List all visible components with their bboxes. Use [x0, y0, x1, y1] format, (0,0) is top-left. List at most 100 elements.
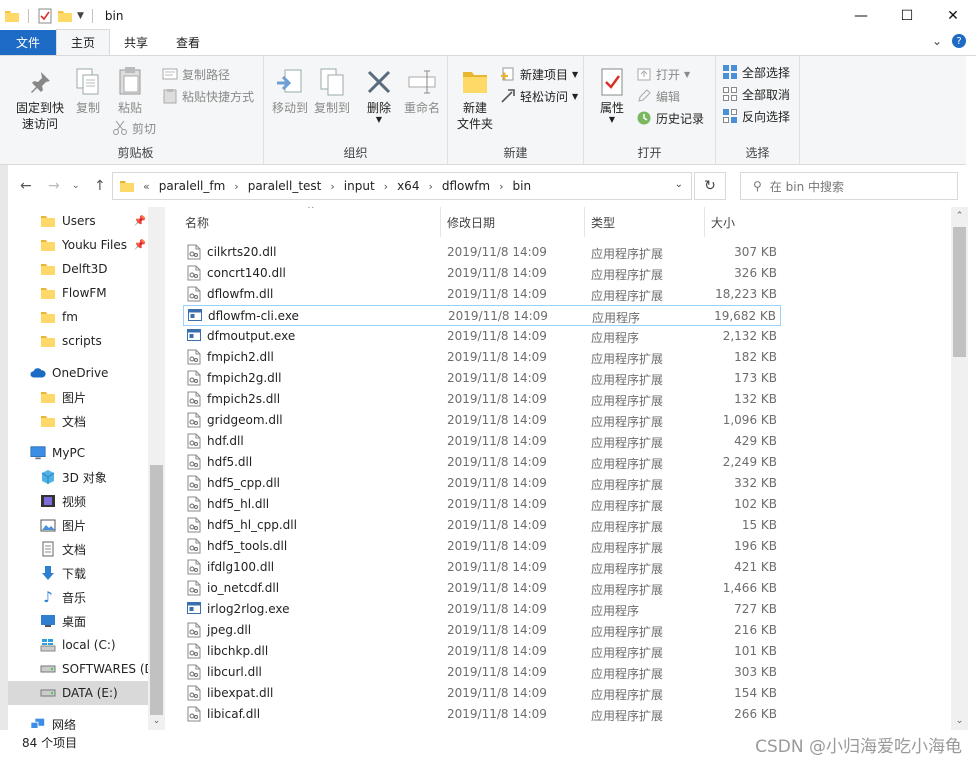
- nav-item-drive-d[interactable]: SOFTWARES (D: [8, 657, 148, 681]
- qat-dropdown-icon[interactable]: ▼: [77, 11, 84, 21]
- nav-item-onedrive[interactable]: OneDrive: [8, 361, 148, 385]
- nav-scroll-down-icon[interactable]: ⌄: [148, 712, 165, 729]
- refresh-button[interactable]: ↻: [694, 172, 726, 200]
- breadcrumb-item[interactable]: input: [344, 179, 375, 193]
- column-header-size[interactable]: 大小: [705, 207, 781, 237]
- breadcrumb-item[interactable]: x64: [397, 179, 419, 193]
- nav-item-videos[interactable]: 视频: [8, 489, 148, 513]
- file-row[interactable]: jpeg.dll 2019/11/8 14:09 应用程序扩展 216 KB: [183, 620, 781, 641]
- up-arrow-icon[interactable]: ↑: [94, 178, 106, 194]
- copy-button[interactable]: 复制: [70, 66, 106, 116]
- nav-item-3d-objects[interactable]: 3D 对象: [8, 465, 148, 489]
- chevron-right-icon[interactable]: ›: [234, 180, 238, 193]
- search-input[interactable]: ⚲ 在 bin 中搜索: [740, 172, 958, 200]
- file-row[interactable]: fmpich2s.dll 2019/11/8 14:09 应用程序扩展 132 KB: [183, 389, 781, 410]
- copy-to-button[interactable]: 复制到: [312, 66, 352, 116]
- file-row[interactable]: libchkp.dll 2019/11/8 14:09 应用程序扩展 101 KB: [183, 641, 781, 662]
- properties-button[interactable]: 属性 ▼: [592, 66, 632, 124]
- nav-item-pictures[interactable]: 图片: [8, 513, 148, 537]
- file-row[interactable]: hdf5_hl_cpp.dll 2019/11/8 14:09 应用程序扩展 15 K…: [183, 515, 781, 536]
- file-list-scrollbar[interactable]: ⌃ ⌄: [951, 207, 968, 730]
- nav-item-onedrive-pictures[interactable]: 图片: [8, 385, 148, 409]
- nav-item-flowfm[interactable]: FlowFM: [8, 281, 148, 305]
- nav-pane-scrollbar[interactable]: ⌄: [148, 207, 165, 730]
- breadcrumb-item[interactable]: bin: [513, 179, 532, 193]
- nav-item-downloads[interactable]: 下载: [8, 561, 148, 585]
- back-arrow-icon[interactable]: ←: [20, 178, 32, 194]
- file-row[interactable]: libexpat.dll 2019/11/8 14:09 应用程序扩展 154 KB: [183, 683, 781, 704]
- chevron-right-icon[interactable]: ›: [330, 180, 334, 193]
- nav-item-youku[interactable]: Youku Files 📌: [8, 233, 148, 257]
- tab-share[interactable]: 共享: [110, 30, 162, 55]
- new-folder-icon[interactable]: [57, 8, 73, 24]
- properties-icon[interactable]: [37, 8, 53, 24]
- file-row[interactable]: concrt140.dll 2019/11/8 14:09 应用程序扩展 326 KB: [183, 263, 781, 284]
- breadcrumb-item[interactable]: dflowfm: [442, 179, 490, 193]
- file-row[interactable]: ifdlg100.dll 2019/11/8 14:09 应用程序扩展 421 KB: [183, 557, 781, 578]
- file-row[interactable]: hdf5_tools.dll 2019/11/8 14:09 应用程序扩展 196 K…: [183, 536, 781, 557]
- ribbon-collapse-icon[interactable]: ⌄: [932, 34, 942, 48]
- move-to-button[interactable]: 移动到: [270, 66, 310, 116]
- column-header-name[interactable]: 名称 ^: [179, 207, 441, 237]
- file-list-scroll-thumb[interactable]: [953, 227, 966, 357]
- file-row[interactable]: libicaf.dll 2019/11/8 14:09 应用程序扩展 266 KB: [183, 704, 781, 725]
- column-header-type[interactable]: 类型: [585, 207, 705, 237]
- file-row[interactable]: dflowfm-cli.exe 2019/11/8 14:09 应用程序 19,682…: [183, 305, 781, 326]
- nav-item-mypc[interactable]: MyPC: [8, 441, 148, 465]
- rename-button[interactable]: 重命名: [402, 66, 442, 116]
- chevron-right-icon[interactable]: ›: [384, 180, 388, 193]
- edit-button[interactable]: 编辑: [636, 86, 680, 106]
- easy-access-button[interactable]: 轻松访问 ▼: [500, 86, 578, 106]
- recent-dropdown-icon[interactable]: ⌄: [72, 181, 80, 191]
- cut-button[interactable]: 剪切: [112, 118, 156, 138]
- nav-item-drive-e[interactable]: DATA (E:): [8, 681, 148, 705]
- nav-item-users[interactable]: Users 📌: [8, 209, 148, 233]
- file-row[interactable]: hdf5_hl.dll 2019/11/8 14:09 应用程序扩展 102 KB: [183, 494, 781, 515]
- file-row[interactable]: hdf.dll 2019/11/8 14:09 应用程序扩展 429 KB: [183, 431, 781, 452]
- tab-file[interactable]: 文件: [0, 30, 56, 55]
- new-folder-button[interactable]: 新建 文件夹: [454, 66, 496, 132]
- tab-view[interactable]: 查看: [162, 30, 214, 55]
- address-dropdown-icon[interactable]: ⌄: [675, 179, 683, 190]
- file-row[interactable]: hdf5_cpp.dll 2019/11/8 14:09 应用程序扩展 332 KB: [183, 473, 781, 494]
- breadcrumb-item[interactable]: paralell_fm: [159, 179, 226, 193]
- nav-item-scripts[interactable]: scripts: [8, 329, 148, 353]
- tab-home[interactable]: 主页: [56, 29, 111, 55]
- pin-quick-access-button[interactable]: 固定到快 速访问: [14, 66, 66, 132]
- file-row[interactable]: libcurl.dll 2019/11/8 14:09 应用程序扩展 303 KB: [183, 662, 781, 683]
- address-bar[interactable]: « paralell_fm › paralell_test › input › x64…: [112, 172, 692, 200]
- file-row[interactable]: cilkrts20.dll 2019/11/8 14:09 应用程序扩展 307 KB: [183, 242, 781, 263]
- maximize-button[interactable]: ☐: [884, 0, 930, 31]
- paste-shortcut-button[interactable]: 粘贴快捷方式: [162, 86, 254, 106]
- nav-item-documents[interactable]: 文档: [8, 537, 148, 561]
- scroll-down-icon[interactable]: ⌄: [951, 712, 968, 729]
- close-button[interactable]: ✕: [930, 0, 976, 31]
- history-button[interactable]: 历史记录: [636, 108, 704, 128]
- file-row[interactable]: fmpich2.dll 2019/11/8 14:09 应用程序扩展 182 KB: [183, 347, 781, 368]
- help-icon[interactable]: ?: [952, 34, 966, 48]
- file-row[interactable]: gridgeom.dll 2019/11/8 14:09 应用程序扩展 1,096 K…: [183, 410, 781, 431]
- invert-selection-button[interactable]: 反向选择: [722, 106, 790, 126]
- delete-button[interactable]: 删除 ▼: [362, 66, 396, 124]
- file-row[interactable]: dflowfm.dll 2019/11/8 14:09 应用程序扩展 18,223 K…: [183, 284, 781, 305]
- pin-icon[interactable]: 📌: [134, 216, 146, 227]
- nav-item-desktop[interactable]: 桌面: [8, 609, 148, 633]
- chevron-right-icon[interactable]: ›: [428, 180, 432, 193]
- file-row[interactable]: dfmoutput.exe 2019/11/8 14:09 应用程序 2,132 KB: [183, 326, 781, 347]
- chevron-right-icon[interactable]: ›: [499, 180, 503, 193]
- file-row[interactable]: fmpich2g.dll 2019/11/8 14:09 应用程序扩展 173 KB: [183, 368, 781, 389]
- nav-item-onedrive-docs[interactable]: 文档: [8, 409, 148, 433]
- nav-item-drive-c[interactable]: local (C:): [8, 633, 148, 657]
- pin-icon[interactable]: 📌: [134, 240, 146, 251]
- select-none-button[interactable]: 全部取消: [722, 84, 790, 104]
- minimize-button[interactable]: —: [838, 0, 884, 31]
- forward-arrow-icon[interactable]: →: [48, 178, 60, 194]
- open-button[interactable]: 打开 ▼: [636, 64, 690, 84]
- nav-item-fm[interactable]: fm: [8, 305, 148, 329]
- breadcrumb-overflow[interactable]: «: [143, 180, 150, 193]
- nav-item-network[interactable]: 网络: [8, 712, 148, 730]
- nav-item-music[interactable]: ♪ 音乐: [8, 585, 148, 609]
- scroll-up-icon[interactable]: ⌃: [951, 207, 968, 224]
- file-row[interactable]: hdf5.dll 2019/11/8 14:09 应用程序扩展 2,249 KB: [183, 452, 781, 473]
- file-row[interactable]: io_netcdf.dll 2019/11/8 14:09 应用程序扩展 1,466 …: [183, 578, 781, 599]
